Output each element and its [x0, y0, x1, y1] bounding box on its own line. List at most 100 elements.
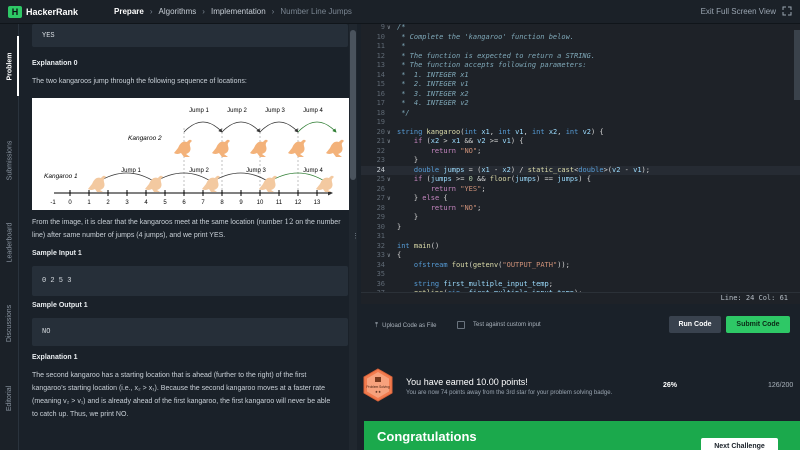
- code-line[interactable]: 13 * The function accepts following para…: [361, 61, 800, 71]
- code-line[interactable]: 12 * The function is expected to return …: [361, 52, 800, 62]
- code-line[interactable]: 34 ofstream fout(getenv("OUTPUT_PATH"));: [361, 261, 800, 271]
- bottom-jump-label: Jump 2: [189, 168, 209, 174]
- line-number: 27: [376, 194, 385, 202]
- bottom-jump-arc: [154, 172, 213, 183]
- line-number: 13: [376, 61, 385, 69]
- line-number: 16: [376, 89, 385, 98]
- code-text: string kangaroo(int x1, int v1, int x2, …: [397, 127, 604, 136]
- submit-code-button[interactable]: Submit Code: [726, 316, 790, 333]
- code-text: } else {: [397, 194, 448, 202]
- sample-output1-box: NO: [32, 318, 348, 346]
- tick-label: 4: [144, 200, 148, 206]
- code-line[interactable]: 19: [361, 118, 800, 128]
- logo-text: HackerRank: [26, 6, 79, 17]
- code-text: /*: [397, 24, 406, 31]
- code-line[interactable]: 11 *: [361, 42, 800, 52]
- tick-label: 6: [182, 200, 186, 206]
- fold-chevron-icon[interactable]: ∨: [387, 175, 391, 185]
- code-text: * 2. INTEGER v1: [397, 80, 469, 88]
- fold-chevron-icon[interactable]: ∨: [387, 24, 391, 33]
- code-line[interactable]: 25 ∨ if (jumps >= 0 && floor(jumps) == ju…: [361, 175, 800, 185]
- code-line[interactable]: 17 * 4. INTEGER v2: [361, 99, 800, 109]
- breadcrumb-algorithms[interactable]: Algorithms: [159, 7, 197, 16]
- tick-label: 13: [314, 200, 321, 206]
- code-text: }: [397, 213, 419, 221]
- top-jump-label: Jump 2: [227, 108, 247, 114]
- line-number: 11: [376, 42, 385, 50]
- breadcrumb-prepare[interactable]: Prepare: [114, 7, 144, 16]
- fold-chevron-icon[interactable]: ∨: [387, 251, 391, 261]
- line-number: 12: [376, 51, 385, 60]
- code-text: */: [397, 108, 410, 117]
- fold-chevron-icon[interactable]: ∨: [387, 137, 391, 147]
- line-number: 15: [376, 80, 385, 88]
- custom-input-checkbox[interactable]: Test against custom input: [457, 321, 541, 329]
- bottom-jump-arc: [97, 172, 156, 183]
- line-number: 24: [376, 165, 385, 174]
- code-line[interactable]: 31: [361, 232, 800, 242]
- top-bar: H HackerRank Prepare › Algorithms › Impl…: [0, 0, 800, 24]
- run-code-button[interactable]: Run Code: [669, 316, 721, 333]
- line-number: 32: [376, 241, 385, 250]
- code-text: int main(): [397, 241, 440, 250]
- code-line[interactable]: 23 }: [361, 156, 800, 166]
- congratulations-title: Congratulations: [377, 429, 477, 444]
- upload-code-button[interactable]: ⤒ Upload Code as File: [375, 322, 436, 330]
- top-jump-label: Jump 1: [189, 108, 209, 114]
- breadcrumb-implementation[interactable]: Implementation: [211, 7, 266, 16]
- code-line[interactable]: 33 ∨ {: [361, 251, 800, 261]
- bottom-jump-arc: [268, 172, 327, 183]
- tab-problem[interactable]: Problem: [0, 36, 19, 96]
- code-line[interactable]: 30}: [361, 223, 800, 233]
- line-number: 29: [376, 213, 385, 221]
- tab-leaderboard[interactable]: Leaderboard: [0, 206, 19, 278]
- code-line[interactable]: 29 }: [361, 213, 800, 223]
- code-text: return "YES";: [430, 184, 486, 193]
- vertical-tab-bar: Problem Submissions Leaderboard Discussi…: [0, 24, 19, 450]
- code-line[interactable]: 21 ∨ if (x2 > x1 && v2 >= v1) {: [361, 137, 800, 147]
- top-jump-label: Jump 3: [265, 108, 285, 114]
- code-line[interactable]: 35: [361, 270, 800, 280]
- tick-label: 8: [220, 200, 224, 206]
- code-line[interactable]: 36 string first_multiple_input_temp;: [361, 280, 800, 290]
- tab-discussions[interactable]: Discussions: [0, 288, 19, 358]
- top-jump-arc: [221, 121, 261, 133]
- code-line[interactable]: 24 double jumps = (x1 - x2) / static_cas…: [361, 165, 800, 175]
- code-line[interactable]: 20 ∨ string kangaroo(int x1, int v1, int x…: [361, 128, 800, 138]
- exit-fullscreen-link[interactable]: Exit Full Screen View: [701, 7, 776, 16]
- code-line[interactable]: 14 * 1. INTEGER x1: [361, 71, 800, 81]
- problem-scroll-thumb[interactable]: [350, 30, 356, 180]
- kangaroo1-label: Kangaroo 1: [44, 173, 78, 180]
- tab-editorial[interactable]: Editorial: [0, 368, 19, 428]
- explanation0-heading: Explanation 0: [32, 60, 78, 67]
- editor-scroll-thumb[interactable]: [794, 30, 800, 100]
- code-line[interactable]: 32 int main(): [361, 242, 800, 252]
- code-line[interactable]: 27 ∨ } else {: [361, 194, 800, 204]
- code-line[interactable]: 10 * Complete the 'kangaroo' function be…: [361, 33, 800, 43]
- next-challenge-button[interactable]: Next Challenge: [701, 438, 778, 450]
- tick-label: 10: [257, 200, 264, 206]
- code-line[interactable]: 15 * 2. INTEGER v1: [361, 80, 800, 90]
- tab-submissions[interactable]: Submissions: [0, 124, 19, 196]
- fold-chevron-icon[interactable]: ∨: [387, 194, 391, 204]
- svg-text:★★: ★★: [375, 390, 381, 394]
- checkbox-box[interactable]: [457, 321, 465, 329]
- fold-chevron-icon[interactable]: ∨: [387, 128, 391, 138]
- tick-label: -1: [50, 200, 56, 206]
- tick-label: 7: [201, 200, 205, 206]
- kangaroo1-icons: [88, 175, 334, 192]
- code-line[interactable]: 22 return "NO";: [361, 147, 800, 157]
- badge-progress-fraction: 126/200: [768, 382, 794, 389]
- code-line[interactable]: 18 */: [361, 109, 800, 119]
- code-line[interactable]: 9 ∨ /*: [361, 24, 800, 33]
- line-number: 17: [376, 99, 385, 107]
- splitter-handle-icon[interactable]: ⋮: [352, 232, 359, 242]
- points-earned-panel: Problem Solving ★★ You have earned 10.00…: [361, 350, 800, 418]
- logo[interactable]: H HackerRank: [8, 5, 79, 18]
- code-editor[interactable]: 9 ∨/* 10 * Complete the 'kangaroo' functio…: [361, 24, 800, 292]
- fullscreen-exit-icon[interactable]: [782, 6, 794, 18]
- code-text: }: [397, 156, 419, 164]
- code-line[interactable]: 28 return "NO";: [361, 204, 800, 214]
- code-line[interactable]: 26 return "YES";: [361, 185, 800, 195]
- code-line[interactable]: 16 * 3. INTEGER x2: [361, 90, 800, 100]
